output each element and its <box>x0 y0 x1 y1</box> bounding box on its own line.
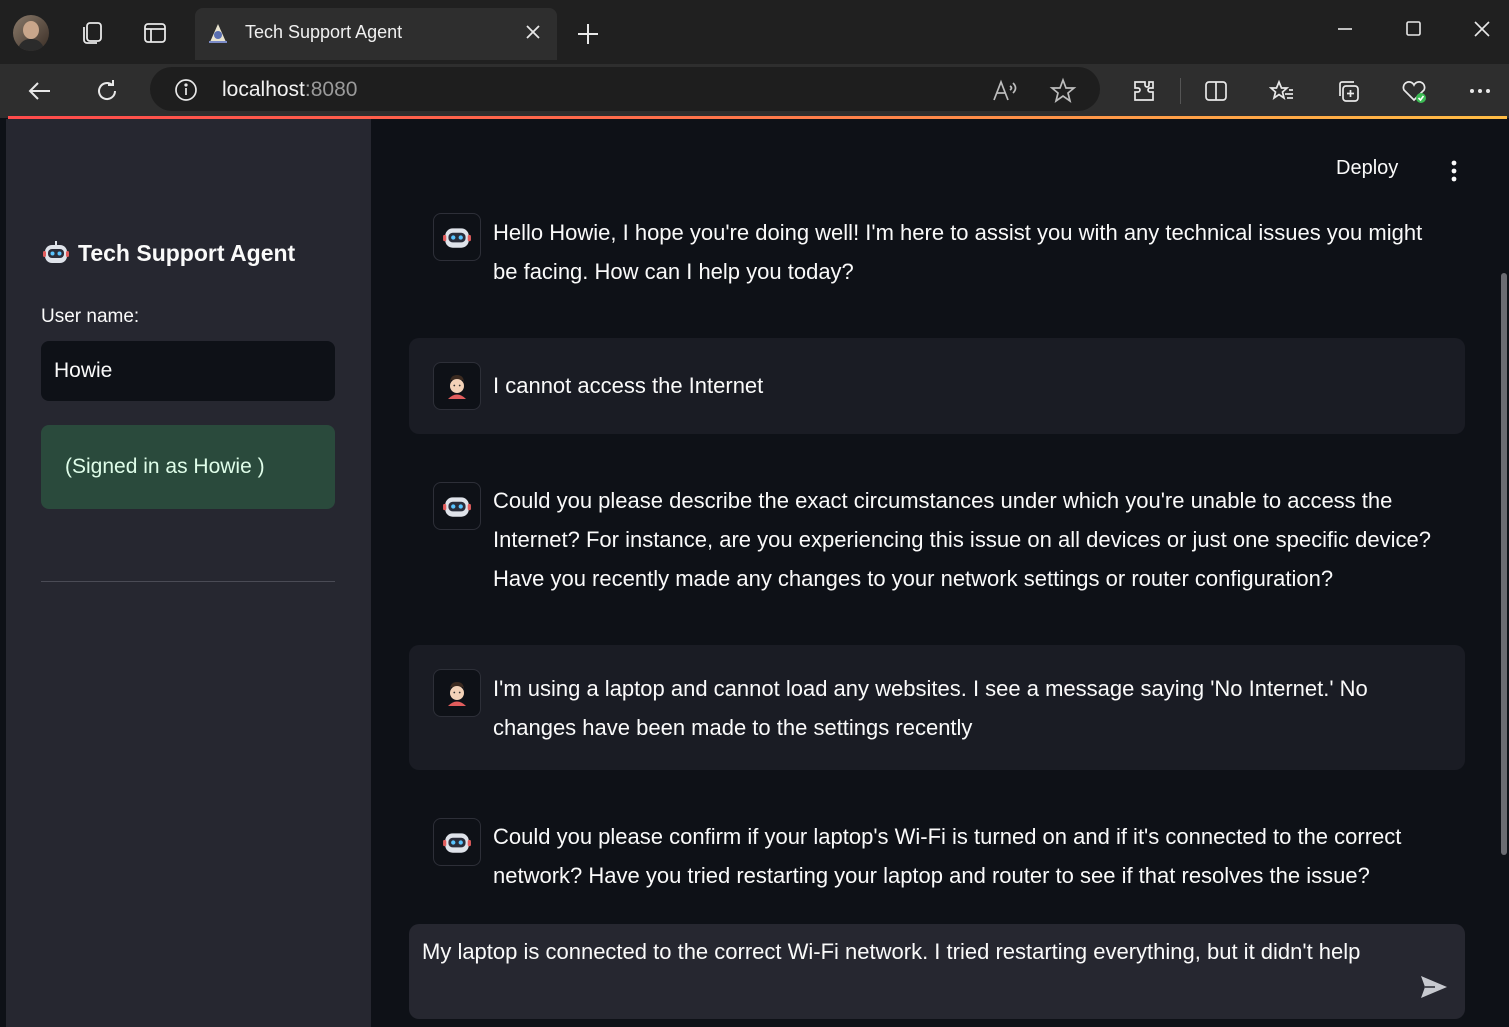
extensions-icon[interactable] <box>1126 73 1162 109</box>
toolbar-divider <box>1180 78 1181 104</box>
tab-tech-support-agent[interactable]: Tech Support Agent <box>195 8 557 60</box>
split-screen-icon[interactable] <box>1198 73 1234 109</box>
user-avatar-icon <box>433 362 481 410</box>
user-avatar-icon <box>433 669 481 717</box>
chat-message-assistant: Could you please describe the exact circ… <box>409 471 1465 611</box>
chat-scrollbar[interactable] <box>1501 273 1507 855</box>
site-info-icon[interactable] <box>174 78 198 102</box>
close-window-icon[interactable] <box>1462 14 1502 44</box>
browser-toolbar: localhost:8080 <box>0 64 1509 118</box>
minimize-icon[interactable] <box>1325 14 1365 44</box>
chat-input[interactable]: My laptop is connected to the correct Wi… <box>409 924 1465 1019</box>
assistant-avatar-icon <box>433 818 481 866</box>
chat-main: Deploy Hello Howie, I hope you're doing … <box>371 119 1509 1027</box>
username-input[interactable] <box>41 341 335 401</box>
main-menu-icon[interactable] <box>1443 158 1465 186</box>
sidebar: Tech Support Agent User name: (Signed in… <box>6 119 371 1027</box>
username-label: User name: <box>41 306 140 327</box>
new-tab-icon[interactable] <box>570 16 606 52</box>
streamlit-favicon-icon <box>206 22 230 46</box>
message-text: I cannot access the Internet <box>493 373 764 398</box>
message-text: Hello Howie, I hope you're doing well! I… <box>493 220 1423 284</box>
more-menu-icon[interactable] <box>1462 73 1498 109</box>
browser-titlebar: Tech Support Agent <box>0 0 1509 64</box>
assistant-avatar-icon <box>433 482 481 530</box>
assistant-avatar-icon <box>433 213 481 261</box>
favorites-icon[interactable] <box>1264 73 1300 109</box>
message-text: I'm using a laptop and cannot load any w… <box>493 676 1368 740</box>
sidebar-title: Tech Support Agent <box>42 239 295 267</box>
chat-message-user: I'm using a laptop and cannot load any w… <box>409 645 1465 770</box>
collections-icon[interactable] <box>1330 73 1366 109</box>
close-tab-icon[interactable] <box>522 21 544 43</box>
chat-message-assistant: Could you please confirm if your laptop'… <box>409 807 1465 907</box>
signed-in-alert: (Signed in as Howie ) <box>41 425 335 509</box>
favorite-star-icon[interactable] <box>1048 76 1078 106</box>
browser-essentials-icon[interactable] <box>1396 73 1432 109</box>
chat-input-text[interactable]: My laptop is connected to the correct Wi… <box>422 935 1382 969</box>
profile-avatar[interactable] <box>13 15 49 51</box>
deploy-button[interactable]: Deploy <box>1336 157 1398 180</box>
chat-message-assistant: Hello Howie, I hope you're doing well! I… <box>409 201 1465 301</box>
refresh-icon[interactable] <box>89 73 125 109</box>
robot-icon <box>42 239 70 267</box>
send-icon[interactable] <box>1417 970 1451 1004</box>
workspaces-icon[interactable] <box>73 14 111 52</box>
back-icon[interactable] <box>22 73 58 109</box>
vertical-tabs-icon[interactable] <box>136 14 174 52</box>
maximize-icon[interactable] <box>1393 14 1433 44</box>
message-text: Could you please confirm if your laptop'… <box>493 824 1402 888</box>
message-text: Could you please describe the exact circ… <box>493 488 1431 591</box>
read-aloud-icon[interactable] <box>990 76 1020 106</box>
chat-message-user: I cannot access the Internet <box>409 338 1465 434</box>
tab-title: Tech Support Agent <box>245 22 403 42</box>
url-text[interactable]: localhost:8080 <box>222 78 357 102</box>
address-bar[interactable]: localhost:8080 <box>150 67 1100 111</box>
sidebar-divider <box>41 581 335 582</box>
